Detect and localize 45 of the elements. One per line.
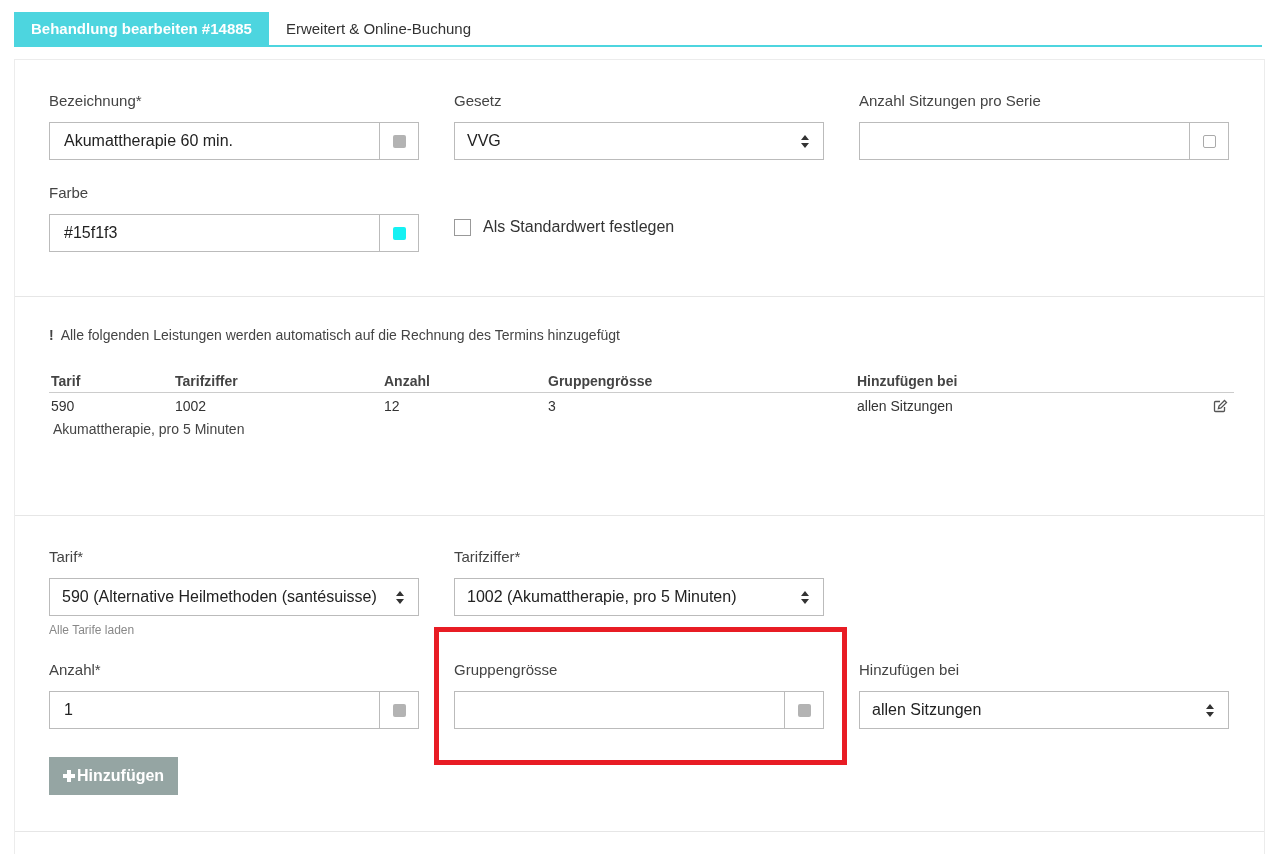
sort-icon	[396, 590, 404, 604]
field-label: Farbe	[49, 183, 90, 203]
table-cell-text: 590	[51, 398, 76, 414]
field-label: Hinzufügen bei	[859, 660, 961, 680]
exclamation-icon: !	[49, 327, 54, 343]
input-field[interactable]: #15f1f3	[49, 214, 419, 252]
square-icon	[392, 703, 406, 717]
checkbox[interactable]	[454, 218, 471, 236]
table-cell-text: 12	[384, 398, 401, 414]
checkbox-icon	[1202, 134, 1216, 148]
field-label: Anzahl*	[49, 660, 102, 680]
input-field[interactable]	[454, 691, 824, 729]
notice-text: Alle folgenden Leistungen werden automatisch auf die Rechnung des Termins hinzugefügt	[60, 327, 620, 343]
sort-icon	[801, 590, 809, 604]
tab[interactable]: Erweitert & Online-Buchung	[268, 12, 488, 45]
square-icon	[797, 703, 811, 717]
input-field[interactable]	[859, 122, 1229, 160]
input-field[interactable]: 1	[49, 691, 419, 729]
field-label: Gesetz	[454, 91, 503, 111]
column-header: Gruppengrösse	[548, 373, 654, 389]
table-cell-text: 1002	[175, 398, 208, 414]
plus-icon	[63, 770, 75, 782]
field-label: Anzahl Sitzungen pro Serie	[859, 91, 1042, 111]
field-label: Tarifziffer*	[454, 547, 522, 567]
edit-icon[interactable]	[1213, 399, 1228, 413]
field-label: Gruppengrösse	[454, 660, 559, 680]
select-field[interactable]: 590 (Alternative Heilmethoden (santésuisse)	[49, 578, 419, 616]
column-header: Hinzufügen bei	[857, 373, 959, 389]
field-label: Bezeichnung*	[49, 91, 143, 111]
checkbox-label: Als Standardwert festlegen	[483, 218, 675, 236]
sort-icon	[801, 134, 809, 148]
select-field[interactable]: 1002 (Akumattherapie, pro 5 Minuten)	[454, 578, 824, 616]
table-cell-text: allen Sitzungen	[857, 398, 954, 414]
square-icon	[392, 134, 406, 148]
column-header: Anzahl	[384, 373, 431, 389]
sort-icon	[1206, 703, 1214, 717]
service-description: Akumattherapie, pro 5 Minuten	[52, 420, 246, 439]
select-field[interactable]: allen Sitzungen	[859, 691, 1229, 729]
column-header: Tarifziffer	[175, 373, 239, 389]
link[interactable]: Alle Tarife laden	[49, 623, 419, 637]
input-field[interactable]: Akumattherapie 60 min.	[49, 122, 419, 160]
table-cell-text: 3	[548, 398, 557, 414]
field-label: Tarif*	[49, 547, 85, 567]
column-header: Tarif	[51, 373, 82, 389]
select-field[interactable]: VVG	[454, 122, 824, 160]
